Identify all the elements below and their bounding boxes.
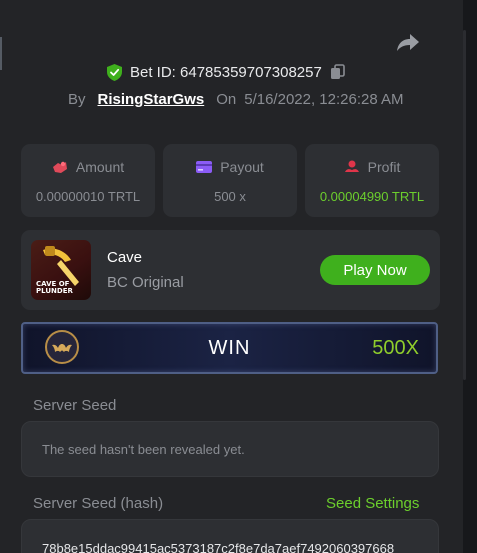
- server-seed-box: The seed hasn't been revealed yet.: [21, 421, 439, 477]
- stat-label: Amount: [75, 159, 125, 175]
- server-seed-hash-label: Server Seed (hash): [33, 495, 164, 512]
- stat-value: 0.00000010 TRTL: [35, 189, 141, 204]
- stat-value: 0.00004990 TRTL: [319, 189, 425, 204]
- stat-label: Payout: [220, 159, 264, 175]
- right-scroll-area: [463, 0, 477, 553]
- bet-id-row: Bet ID: 64785359707308257: [107, 63, 346, 81]
- game-subtitle: BC Original: [107, 274, 184, 291]
- profit-icon: [344, 160, 359, 172]
- copy-icon[interactable]: [330, 64, 346, 80]
- server-seed-value: The seed hasn't been revealed yet.: [42, 442, 245, 457]
- game-name: Cave: [107, 249, 143, 266]
- server-seed-hash-value[interactable]: 78b8e15ddac99415ac5373187c2f8e7da7aef749…: [42, 541, 420, 553]
- server-seed-hash-box[interactable]: 78b8e15ddac99415ac5373187c2f8e7da7aef749…: [21, 519, 439, 553]
- verified-shield-icon: [107, 63, 122, 81]
- stat-value: 500 x: [214, 189, 246, 204]
- bet-id: Bet ID: 64785359707308257: [130, 63, 322, 81]
- stat-profit: Profit 0.00004990 TRTL: [305, 144, 439, 217]
- by-label: By: [68, 90, 86, 108]
- game-thumbnail[interactable]: CAVE OF PLUNDER: [31, 240, 91, 300]
- stat-label: Profit: [367, 159, 401, 175]
- bet-details-panel: Bet ID: 64785359707308257 By RisingStarG…: [0, 0, 463, 553]
- bet-meta-row: By RisingStarGws On 5/16/2022, 12:26:28 …: [68, 89, 404, 109]
- share-icon[interactable]: [396, 32, 420, 52]
- server-seed-label: Server Seed: [33, 397, 117, 414]
- stat-amount: Amount 0.00000010 TRTL: [21, 144, 155, 217]
- payout-card-icon: [196, 161, 213, 173]
- thumb-title-line2: PLUNDER: [36, 287, 73, 295]
- username-link[interactable]: RisingStarGws: [98, 91, 205, 108]
- play-now-button[interactable]: Play Now: [320, 255, 430, 285]
- result-multiplier: 500X: [372, 337, 419, 359]
- scrollbar-track[interactable]: [463, 30, 466, 380]
- seed-settings-link[interactable]: Seed Settings: [326, 495, 419, 512]
- panel-accent: [0, 37, 2, 70]
- result-bar: WIN 500X: [21, 322, 438, 374]
- bet-datetime: 5/16/2022, 12:26:28 AM: [244, 90, 404, 108]
- amount-icon: [52, 161, 67, 173]
- stat-payout: Payout 500 x: [163, 144, 297, 217]
- game-card: CAVE OF PLUNDER Cave BC Original Play No…: [21, 230, 440, 310]
- on-label: On: [216, 90, 237, 108]
